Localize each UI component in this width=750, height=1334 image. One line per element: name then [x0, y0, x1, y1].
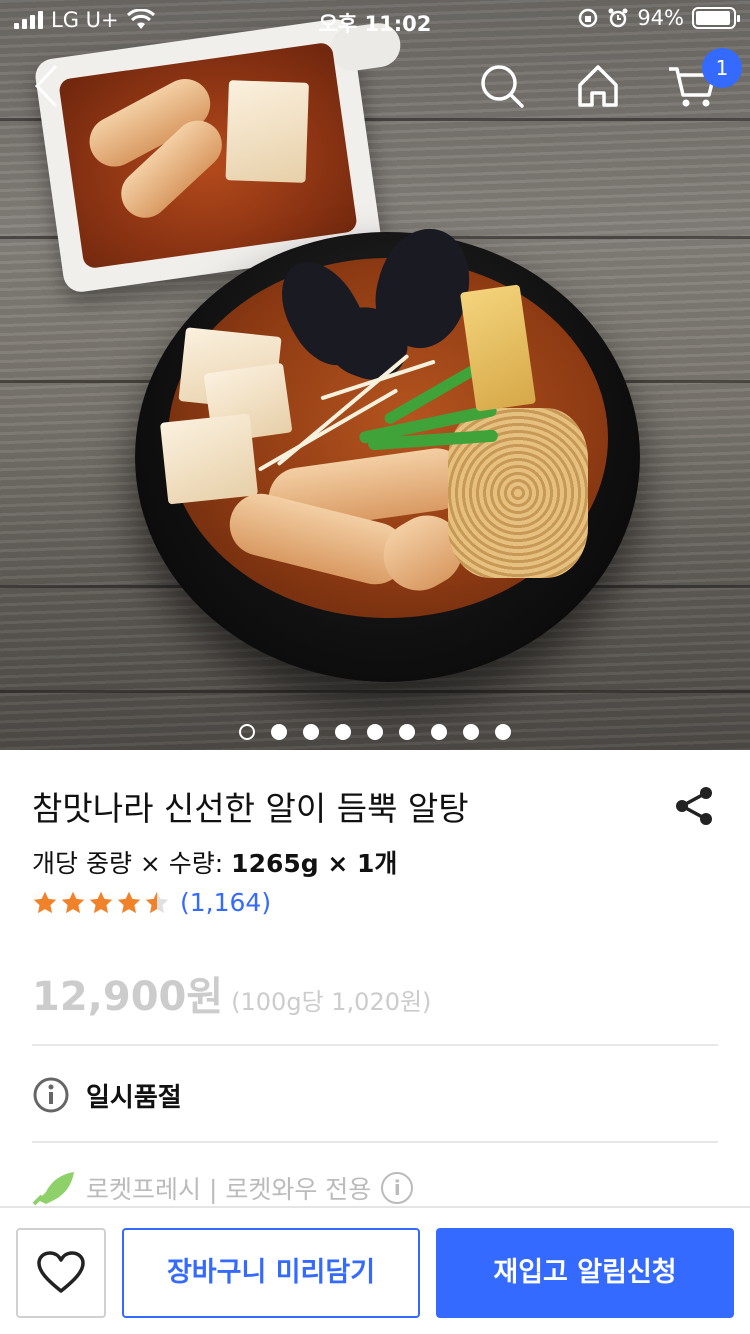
carousel-dot[interactable] [399, 724, 415, 740]
info-icon [33, 1077, 69, 1113]
star-icon [117, 891, 141, 913]
home-icon [578, 65, 618, 107]
wishlist-button[interactable] [16, 1228, 106, 1318]
rotation-lock-icon [579, 8, 598, 28]
price: 12,900원 [32, 974, 224, 1020]
divider [32, 1141, 718, 1143]
delivery-label: 로켓프레시 | 로켓와우 전용 [86, 1175, 372, 1204]
rating[interactable]: (1,164) [32, 888, 271, 917]
carousel-dot[interactable] [239, 724, 255, 740]
stock-status: 일시품절 [32, 1076, 182, 1114]
status-right: 94% [577, 6, 740, 30]
product-image[interactable] [0, 0, 750, 750]
unit-price: (100g당 1,020원) [231, 988, 432, 1016]
divider [32, 1044, 718, 1046]
rating-stars [32, 890, 170, 916]
carousel-dots[interactable] [0, 724, 750, 740]
search-button[interactable] [474, 58, 530, 114]
carousel-dot[interactable] [271, 724, 287, 740]
weight-label: 개당 중량 × 수량: [32, 849, 224, 878]
star-icon [145, 891, 169, 913]
weight-quantity: 개당 중량 × 수량: 1265g × 1개 [32, 844, 397, 880]
status-bar: LG U+ 오후 11:02 94% [0, 0, 750, 40]
back-button[interactable] [18, 58, 74, 114]
carousel-dot[interactable] [303, 724, 319, 740]
carousel-dot[interactable] [495, 724, 511, 740]
alarm-icon [608, 8, 628, 28]
soup [159, 218, 608, 618]
product-title: 참맛나라 신선한 알이 듬뿍 알탕 [32, 789, 469, 828]
carousel-dot[interactable] [431, 724, 447, 740]
bottom-action-bar: 장바구니 미리담기 재입고 알림신청 [0, 1206, 750, 1334]
back-icon [34, 65, 57, 107]
review-count[interactable]: (1,164) [180, 888, 271, 917]
precart-button[interactable]: 장바구니 미리담기 [122, 1228, 420, 1318]
search-icon [481, 65, 524, 108]
star-icon [61, 891, 85, 913]
battery-icon [692, 7, 740, 29]
price-block: 12,900원 (100g당 1,020원) [32, 964, 431, 1022]
stock-status-label: 일시품절 [86, 1082, 182, 1113]
carousel-dot[interactable] [463, 724, 479, 740]
cart-count-badge: 1 [702, 48, 742, 88]
share-icon [676, 787, 712, 825]
home-button[interactable] [570, 58, 626, 114]
restock-notify-button[interactable]: 재입고 알림신청 [436, 1228, 734, 1318]
carousel-dot[interactable] [367, 724, 383, 740]
rocket-icon [32, 1172, 74, 1206]
star-icon [33, 891, 57, 913]
share-button[interactable] [672, 784, 716, 828]
battery-percent: 94% [637, 6, 684, 30]
heart-icon [37, 1251, 85, 1293]
star-icon [89, 891, 113, 913]
delivery-badge[interactable]: 로켓프레시 | 로켓와우 전용 i [32, 1170, 414, 1206]
carousel-dot[interactable] [335, 724, 351, 740]
delivery-info-icon[interactable]: i [381, 1172, 414, 1204]
weight-value: 1265g × 1개 [231, 849, 398, 878]
